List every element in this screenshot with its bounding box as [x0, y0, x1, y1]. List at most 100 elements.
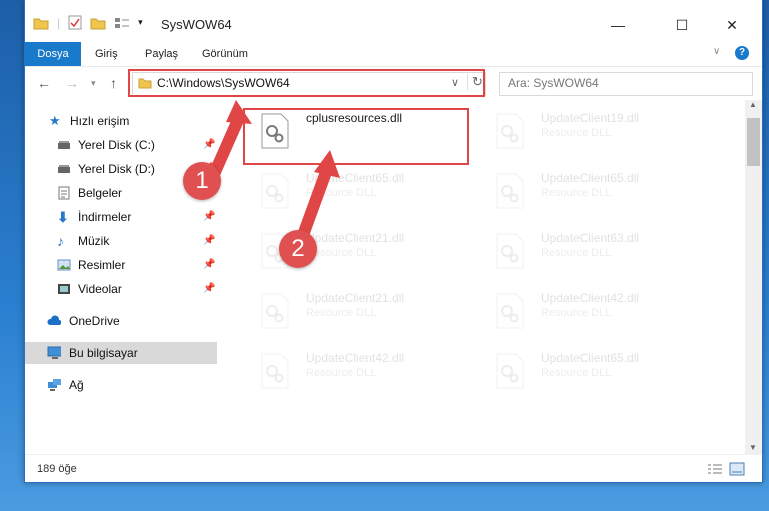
separator: |: [57, 15, 61, 30]
file-type: Resource DLL: [541, 127, 612, 139]
drive-icon: [58, 165, 70, 173]
file-item[interactable]: UpdateClient65.dll Resource DLL: [485, 166, 715, 216]
details-view-icon[interactable]: [707, 463, 723, 475]
sidebar-item-label: Hızlı erişim: [70, 114, 130, 128]
pin-icon[interactable]: 📌: [203, 134, 215, 156]
sidebar-item-label: Yerel Disk (C:): [78, 138, 155, 152]
tab-share[interactable]: Paylaş: [145, 42, 178, 66]
ribbon-tabs: Dosya Giriş Paylaş Görünüm ∨ ?: [25, 42, 762, 66]
dll-file-icon: [261, 353, 289, 389]
file-type: Resource DLL: [306, 367, 377, 379]
item-count: 189 öğe: [37, 463, 77, 475]
file-type: Resource DLL: [306, 307, 377, 319]
file-item[interactable]: UpdateClient21.dll Resource DLL: [250, 286, 480, 336]
vertical-scrollbar[interactable]: ▲ ▼: [745, 100, 762, 454]
file-name: UpdateClient21.dll: [306, 231, 405, 245]
close-button[interactable]: ✕: [709, 10, 755, 40]
download-icon: ⬇: [57, 209, 69, 225]
file-item[interactable]: UpdateClient65.dll Resource DLL: [250, 166, 480, 216]
maximize-button[interactable]: ☐: [659, 10, 705, 40]
highlight-file: [243, 108, 469, 165]
file-name: UpdateClient42.dll: [541, 291, 640, 305]
sidebar-item-disk-c[interactable]: Yerel Disk (C:) 📌: [25, 134, 217, 156]
callout-step-2: 2: [279, 230, 317, 268]
sidebar-item-onedrive[interactable]: OneDrive: [25, 310, 217, 332]
file-type: Resource DLL: [541, 247, 612, 259]
sidebar-item-label: Videolar: [78, 282, 122, 296]
status-bar: 189 öğe: [25, 454, 762, 483]
sidebar-item-label: Ağ: [69, 378, 84, 392]
file-item[interactable]: UpdateClient42.dll Resource DLL: [250, 346, 480, 396]
navigation-pane: ★ Hızlı erişim Yerel Disk (C:) 📌 Yerel D…: [25, 100, 217, 454]
search-placeholder: Ara: SysWOW64: [508, 76, 599, 90]
sidebar-item-label: Resimler: [78, 258, 126, 272]
dll-file-icon: [496, 173, 524, 209]
pictures-icon: [57, 259, 71, 271]
scrollbar-thumb[interactable]: [747, 118, 760, 166]
back-icon[interactable]: ←: [37, 75, 51, 91]
chevron-down-icon[interactable]: ▾: [138, 17, 143, 28]
video-icon: [58, 284, 70, 294]
sidebar-item-music[interactable]: ♪ Müzik 📌: [25, 230, 217, 252]
highlight-address-bar: [128, 69, 485, 97]
sidebar-item-pictures[interactable]: Resimler 📌: [25, 254, 217, 276]
sidebar-item-network[interactable]: Ağ: [25, 374, 217, 396]
ribbon-expand-icon[interactable]: ∨: [713, 46, 720, 57]
file-type: Resource DLL: [306, 187, 377, 199]
title-bar: | ▾ SysWOW64 — ☐ ✕: [25, 0, 762, 42]
file-name: UpdateClient63.dll: [541, 231, 640, 245]
dll-file-icon: [496, 233, 524, 269]
cloud-icon: [47, 315, 61, 325]
sidebar-item-label: Müzik: [78, 234, 110, 248]
forward-icon[interactable]: →: [65, 75, 79, 91]
pin-icon[interactable]: 📌: [203, 206, 215, 228]
file-type: Resource DLL: [541, 307, 612, 319]
callout-step-1: 1: [183, 162, 221, 200]
pin-icon[interactable]: 📌: [203, 230, 215, 252]
tab-file[interactable]: Dosya: [25, 42, 81, 66]
pin-icon[interactable]: 📌: [203, 254, 215, 276]
scroll-down-icon[interactable]: ▼: [749, 443, 757, 452]
properties-icon[interactable]: [68, 15, 82, 30]
drive-icon: [58, 141, 70, 149]
file-name: UpdateClient65.dll: [541, 171, 640, 185]
file-name: UpdateClient65.dll: [541, 351, 640, 365]
document-icon: [58, 186, 70, 200]
sidebar-item-quick-access[interactable]: ★ Hızlı erişim: [25, 110, 217, 132]
new-folder-icon[interactable]: [90, 16, 106, 30]
dll-file-icon: [496, 293, 524, 329]
quick-access-toolbar: | ▾: [33, 15, 143, 30]
file-type: Resource DLL: [541, 367, 612, 379]
window-title: SysWOW64: [161, 17, 232, 32]
large-icons-view-icon[interactable]: [729, 462, 745, 476]
file-item[interactable]: UpdateClient65.dll Resource DLL: [485, 346, 715, 396]
tab-home[interactable]: Giriş: [95, 42, 118, 66]
file-type: Resource DLL: [541, 187, 612, 199]
search-box[interactable]: Ara: SysWOW64: [499, 72, 753, 96]
folder-icon[interactable]: [33, 16, 49, 30]
minimize-button[interactable]: —: [595, 10, 641, 40]
view-options-icon[interactable]: [114, 17, 130, 29]
file-item[interactable]: UpdateClient19.dll Resource DLL: [485, 106, 715, 156]
pin-icon[interactable]: 📌: [203, 278, 215, 300]
file-item[interactable]: UpdateClient63.dll Resource DLL: [485, 226, 715, 276]
dll-file-icon: [496, 113, 524, 149]
computer-icon: [47, 346, 61, 359]
file-name: UpdateClient19.dll: [541, 111, 640, 125]
file-name: UpdateClient65.dll: [306, 171, 405, 185]
file-name: UpdateClient42.dll: [306, 351, 405, 365]
network-icon: [48, 379, 61, 391]
up-icon[interactable]: ↑: [110, 75, 117, 91]
help-icon[interactable]: ?: [735, 46, 749, 60]
sidebar-item-downloads[interactable]: ⬇ İndirmeler 📌: [25, 206, 217, 228]
scroll-up-icon[interactable]: ▲: [749, 100, 757, 109]
music-icon: ♪: [57, 233, 64, 249]
dll-file-icon: [261, 293, 289, 329]
sidebar-item-label: OneDrive: [69, 314, 120, 328]
sidebar-item-this-pc[interactable]: Bu bilgisayar: [25, 342, 217, 364]
file-item[interactable]: UpdateClient42.dll Resource DLL: [485, 286, 715, 336]
recent-locations-icon[interactable]: ▾: [91, 78, 96, 89]
file-name: UpdateClient21.dll: [306, 291, 405, 305]
sidebar-item-videos[interactable]: Videolar 📌: [25, 278, 217, 300]
tab-view[interactable]: Görünüm: [202, 42, 248, 66]
